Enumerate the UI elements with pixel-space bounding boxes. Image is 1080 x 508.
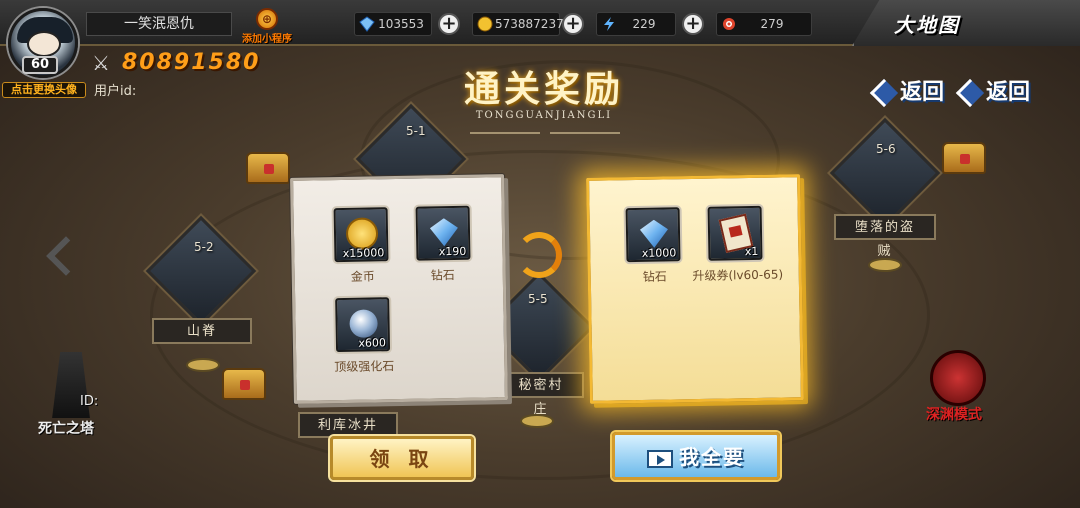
user-id-label: 用户id:: [94, 84, 137, 99]
map-node-label: 利库冰井: [298, 412, 398, 438]
map-node-number: 5-2: [194, 240, 214, 254]
world-map-label[interactable]: 大地图: [894, 9, 960, 38]
gold-coin-icon: [345, 217, 379, 250]
target-count: 279: [760, 17, 784, 31]
add-diamond-button[interactable]: +: [438, 13, 460, 35]
combat-power: 80891580: [122, 50, 261, 75]
item-quantity: x190: [438, 244, 467, 259]
diamond-icon: [640, 219, 668, 247]
item-quantity: x1: [744, 244, 759, 259]
diamond-resource: 103553: [354, 12, 432, 36]
item-name: 升级券(lv60-65): [692, 267, 784, 284]
previous-chapter-arrow-icon[interactable]: [44, 234, 78, 274]
target-resource: 279: [716, 12, 812, 36]
back-button-label: 返回: [900, 80, 945, 105]
map-node-number: 5-1: [406, 124, 426, 138]
bonus-reward-panel: x1000 钻石 x1 升级券(lv60-65): [586, 174, 804, 404]
back-button[interactable]: 返回: [955, 74, 1031, 108]
reward-item-gold[interactable]: x15000: [333, 207, 389, 263]
reward-item-diamond[interactable]: x190: [415, 205, 471, 261]
target-icon: [723, 18, 735, 30]
add-mini-program-button[interactable]: ⊕ 添加小程序: [234, 8, 300, 45]
item-name: 钻石: [430, 268, 455, 283]
video-play-icon: [647, 449, 673, 468]
treasure-chest-icon[interactable]: [222, 368, 266, 400]
map-pad: [520, 414, 554, 428]
map-pad: [186, 358, 220, 372]
level-badge: 60: [22, 56, 58, 74]
diamond-count: 103553: [378, 17, 424, 31]
map-node-number: 5-5: [528, 292, 548, 306]
title-ornament: [470, 132, 540, 140]
reward-item-diamond[interactable]: x1000: [625, 207, 681, 263]
world-map-tab[interactable]: [852, 0, 1080, 46]
crossed-swords-icon: ⚔: [92, 51, 110, 75]
change-avatar-button[interactable]: 点击更换头像: [2, 82, 86, 98]
add-gold-button[interactable]: +: [562, 13, 584, 35]
item-quantity: x1000: [641, 246, 677, 260]
map-pad: [868, 258, 902, 272]
enhance-stone-icon: [349, 309, 378, 338]
claim-all-video-button[interactable]: 我全要: [612, 432, 780, 480]
map-node-number: 5-6: [876, 142, 896, 156]
diamond-icon: [359, 16, 375, 32]
energy-count: 229: [632, 17, 656, 31]
mini-program-label: 添加小程序: [242, 34, 292, 45]
claim-all-label: 我全要: [679, 445, 745, 469]
reward-item-ticket[interactable]: x1: [707, 205, 763, 261]
energy-resource: 229: [596, 12, 676, 36]
treasure-chest-icon[interactable]: [246, 152, 290, 184]
abyss-skull-icon[interactable]: [930, 350, 986, 406]
base-reward-panel: x15000 金币 x190 钻石 x600 顶级强化石: [290, 174, 508, 404]
mini-program-icon: ⊕: [256, 8, 278, 30]
item-quantity: x600: [358, 336, 387, 350]
back-arrow-icon: [869, 78, 899, 108]
map-node-label: 秘密村庄: [498, 372, 584, 417]
claim-button[interactable]: 领 取: [330, 436, 474, 480]
avatar-face: [27, 31, 61, 57]
page-subtitle: TONGGUANJIANGLI: [475, 110, 613, 121]
tower-id-label: ID:: [80, 394, 99, 409]
add-energy-button[interactable]: +: [682, 13, 704, 35]
map-node-5-6[interactable]: [829, 117, 941, 229]
gold-count: 573887237: [495, 17, 564, 31]
page-title: 通关奖励: [463, 69, 624, 110]
energy-icon: [604, 17, 614, 31]
reward-item-stone[interactable]: x600: [335, 297, 391, 353]
player-name: 一笑泯恩仇: [86, 12, 232, 36]
item-quantity: x15000: [342, 246, 385, 260]
diamond-icon: [430, 218, 458, 246]
abyss-mode-label[interactable]: 深渊模式: [926, 404, 982, 424]
gold-coin-icon: [477, 16, 493, 32]
item-name: 顶级强化石: [334, 359, 395, 375]
death-tower-label[interactable]: 死亡之塔: [38, 418, 94, 438]
gold-resource: 573887237: [472, 12, 564, 36]
swap-icon: [516, 232, 562, 278]
back-button[interactable]: 返回: [869, 74, 945, 108]
back-arrow-icon: [955, 78, 985, 108]
map-node-label: 堕落的盗贼: [834, 214, 936, 259]
treasure-chest-icon[interactable]: [942, 142, 986, 174]
map-node-label: 山脊: [152, 318, 252, 344]
title-ornament: [550, 132, 620, 140]
back-button-label: 返回: [986, 80, 1031, 105]
